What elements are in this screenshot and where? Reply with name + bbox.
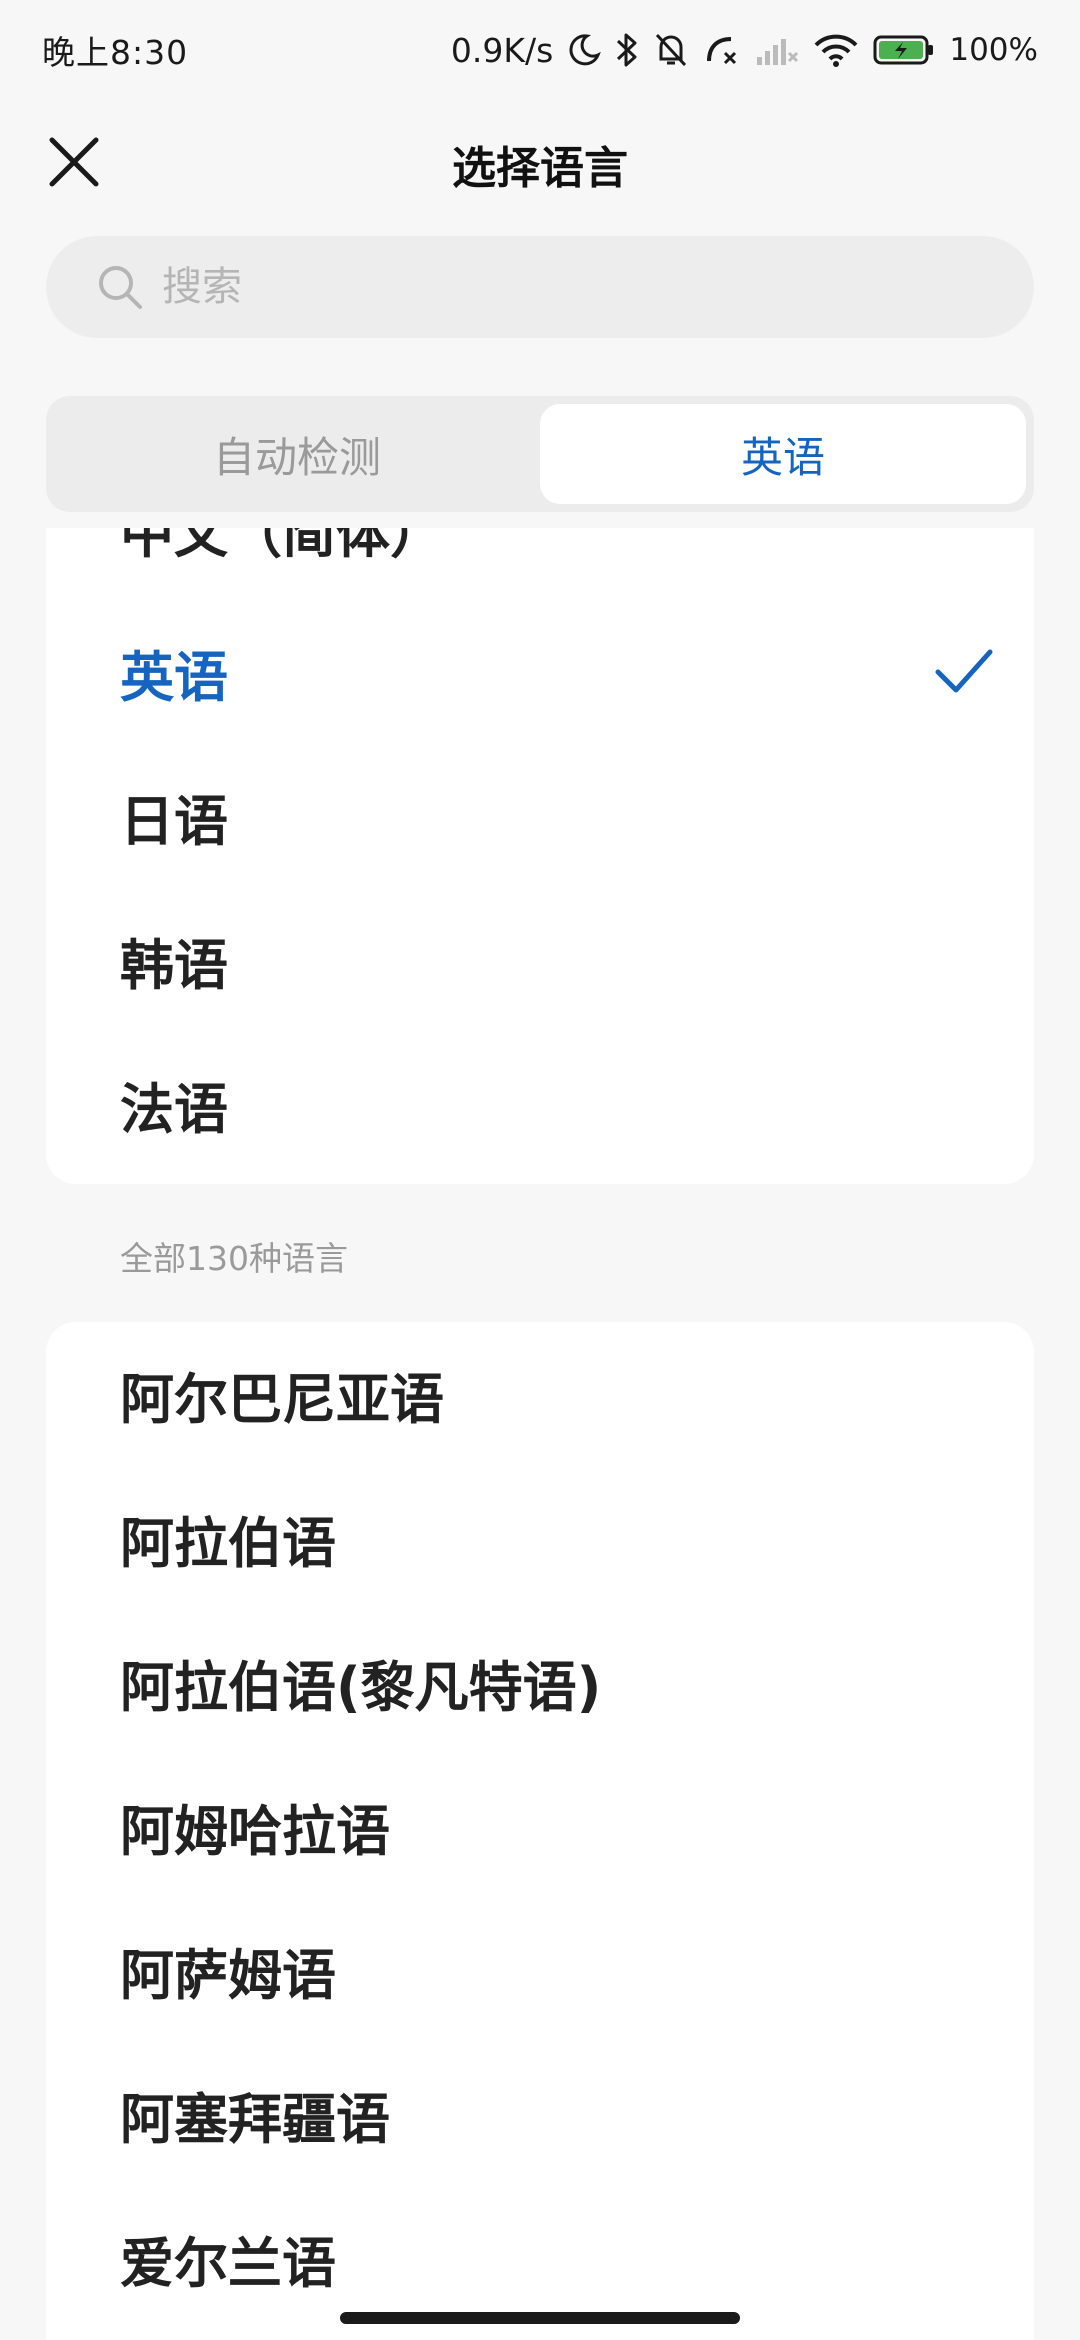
header: 选择语言 xyxy=(0,110,1080,210)
wifi-icon xyxy=(813,33,859,67)
home-indicator[interactable] xyxy=(340,2312,740,2324)
network-speed: 0.9K/s xyxy=(450,30,554,70)
call-forward-icon xyxy=(703,31,741,69)
search-bar[interactable] xyxy=(46,236,1034,338)
language-item-assamese[interactable]: 阿萨姆语 xyxy=(46,1898,1034,2042)
language-item-english[interactable]: 英语 xyxy=(46,600,1034,744)
tab-auto-detect[interactable]: 自动检测 xyxy=(54,404,540,504)
battery-percentage: 100% xyxy=(949,32,1038,68)
language-item-french[interactable]: 法语 xyxy=(46,1032,1034,1176)
language-item-japanese[interactable]: 日语 xyxy=(46,744,1034,888)
search-input[interactable] xyxy=(162,264,962,310)
bluetooth-icon xyxy=(615,31,639,69)
language-item-korean[interactable]: 韩语 xyxy=(46,888,1034,1032)
language-item-arabic[interactable]: 阿拉伯语 xyxy=(46,1466,1034,1610)
search-icon xyxy=(99,266,142,309)
language-tabs: 自动检测 英语 xyxy=(46,396,1034,512)
language-item-albanian[interactable]: 阿尔巴尼亚语 xyxy=(46,1322,1034,1466)
status-icons: 0.9K/s 100% xyxy=(451,31,1038,70)
section-label-all-languages: 全部130种语言 xyxy=(120,1239,348,1278)
language-item-chinese-simplified[interactable]: 中文（简体） xyxy=(46,528,1034,600)
tab-english[interactable]: 英语 xyxy=(540,404,1026,504)
language-item-arabic-levantine[interactable]: 阿拉伯语(黎凡特语) xyxy=(46,1610,1034,1754)
language-item-amharic[interactable]: 阿姆哈拉语 xyxy=(46,1754,1034,1898)
language-item-azerbaijani[interactable]: 阿塞拜疆语 xyxy=(46,2042,1034,2186)
language-item-label: 英语 xyxy=(120,645,228,709)
moon-icon xyxy=(567,33,602,67)
signal-icon xyxy=(755,33,799,67)
battery-charging-icon xyxy=(873,33,935,67)
status-bar: 晚上8:30 0.9K/s 100% xyxy=(0,0,1080,100)
status-time: 晚上8:30 xyxy=(42,33,189,72)
all-languages-card: 阿尔巴尼亚语 阿拉伯语 阿拉伯语(黎凡特语) 阿姆哈拉语 阿萨姆语 阿塞拜疆语 … xyxy=(46,1322,1034,2340)
bell-muted-icon xyxy=(653,31,689,69)
recent-languages-card: 中文（简体） 英语 日语 韩语 法语 xyxy=(46,528,1034,1184)
language-item-irish[interactable]: 爱尔兰语 xyxy=(46,2186,1034,2330)
page-title: 选择语言 xyxy=(452,143,628,194)
check-icon xyxy=(935,649,993,693)
